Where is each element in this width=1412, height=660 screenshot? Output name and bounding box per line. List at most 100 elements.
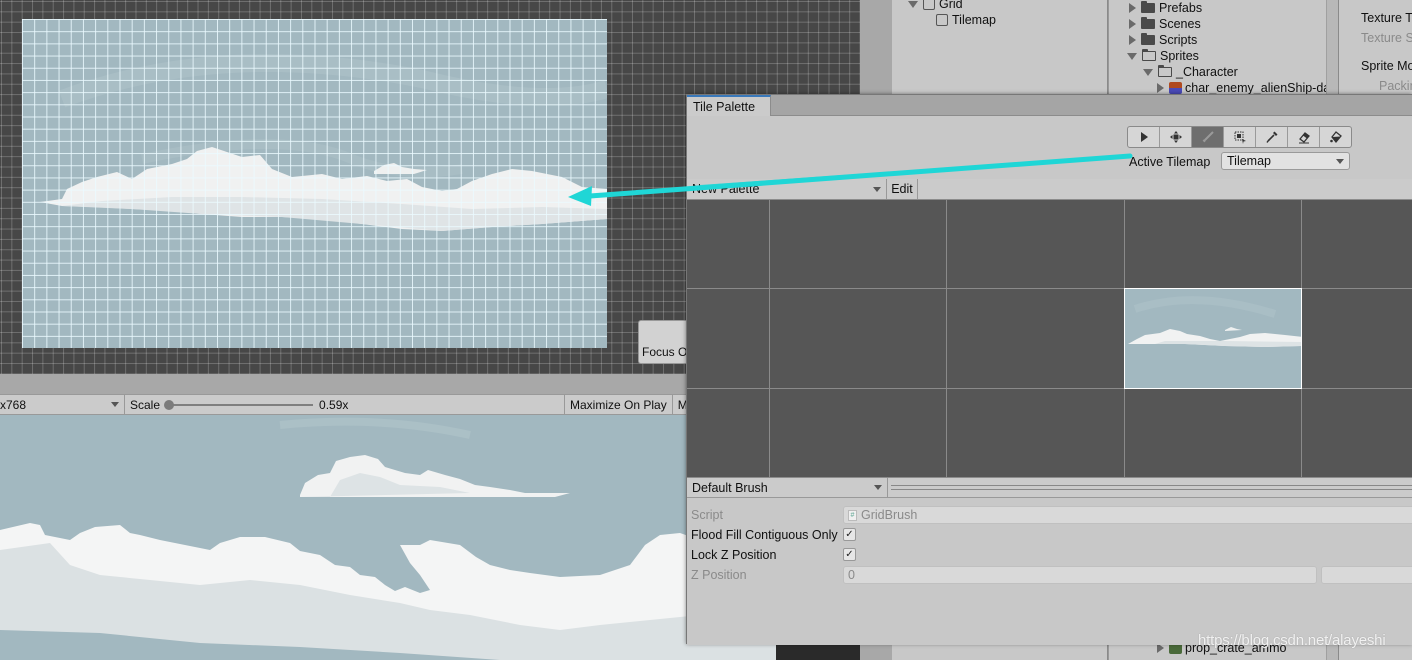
chevron-down-icon	[874, 485, 882, 490]
active-tilemap-value: Tilemap	[1227, 154, 1271, 168]
palette-tile-selected[interactable]	[1124, 288, 1302, 389]
palette-grid[interactable]	[687, 200, 1412, 477]
game-tab-strip	[0, 374, 776, 394]
brush-splitter-handle[interactable]	[891, 485, 1412, 490]
project-item-scripts[interactable]: Scripts	[1129, 32, 1197, 48]
lock-z-label: Lock Z Position	[691, 548, 777, 562]
move-icon	[1169, 131, 1182, 143]
project-item-prefabs[interactable]: Prefabs	[1129, 0, 1202, 16]
script-field: # GridBrush	[843, 506, 1412, 524]
project-item-label: Scripts	[1159, 33, 1198, 47]
eyedropper-icon	[1265, 131, 1277, 143]
tab-tile-palette[interactable]: Tile Palette	[687, 95, 771, 117]
brush-inspector: Script # GridBrush Flood Fill Contiguous…	[687, 499, 1412, 645]
grid-line	[687, 288, 1412, 289]
z-position-extra-field[interactable]	[1321, 566, 1412, 584]
watermark-text: https://blog.csdn.net/alayeshi	[1198, 632, 1386, 649]
sprite-icon	[1169, 82, 1182, 94]
palette-bar: New Palette Edit	[687, 179, 1412, 200]
paint-tool-button[interactable]	[1192, 127, 1224, 147]
scale-slider-track[interactable]	[164, 399, 314, 410]
scale-label: Scale	[130, 397, 161, 412]
hierarchy-item-tilemap[interactable]: Tilemap	[936, 12, 996, 28]
hierarchy-item-grid[interactable]: Grid	[908, 0, 963, 12]
active-tilemap-dropdown[interactable]: Tilemap	[1221, 152, 1350, 170]
brush-dropdown[interactable]: Default Brush	[687, 478, 888, 497]
brush-bar: Default Brush	[687, 477, 1412, 498]
resolution-dropdown[interactable]: x768	[0, 395, 125, 414]
project-item-label: char_enemy_alienShip-da	[1185, 81, 1331, 95]
collapse-arrow-icon[interactable]	[1143, 68, 1153, 76]
flood-fill-label: Flood Fill Contiguous Only	[691, 528, 838, 542]
sky-tile-thumbnail	[1128, 296, 1301, 347]
grid-line	[769, 200, 770, 477]
project-item-character[interactable]: _Character	[1143, 64, 1238, 80]
script-value: GridBrush	[861, 508, 918, 522]
scale-value: 0.59x	[319, 397, 349, 412]
z-position-label: Z Position	[691, 568, 747, 582]
tile-grid-overlay	[22, 19, 607, 348]
paint-bucket-icon	[1329, 131, 1342, 144]
select-tool-button[interactable]	[1128, 127, 1160, 147]
chevron-down-icon	[873, 186, 881, 192]
palette-edit-button[interactable]: Edit	[887, 179, 918, 199]
move-tool-button[interactable]	[1160, 127, 1192, 147]
box-fill-icon	[1234, 131, 1246, 144]
game-sky-image	[0, 417, 776, 660]
inspector-texture-shape-label: Texture S	[1361, 31, 1412, 45]
expand-arrow-icon[interactable]	[908, 0, 918, 8]
active-tilemap-label: Active Tilemap	[1129, 155, 1211, 169]
folder-open-icon	[1141, 48, 1156, 61]
folder-icon	[1141, 1, 1155, 13]
chevron-down-icon	[1336, 158, 1344, 164]
inspector-sprite-mode-label: Sprite Mo	[1361, 59, 1412, 73]
project-item-scenes[interactable]: Scenes	[1129, 16, 1201, 32]
project-item-label: Prefabs	[1159, 1, 1203, 15]
hierarchy-item-label: Tilemap	[952, 13, 996, 27]
project-item-label: Sprites	[1160, 49, 1199, 63]
maximize-on-play-label: Maximize On Play	[570, 397, 667, 412]
flood-fill-checkbox[interactable]: ✓	[843, 528, 856, 541]
tile-palette-toolbar: Active Tilemap Tilemap	[687, 116, 1412, 179]
box-fill-tool-button[interactable]	[1224, 127, 1256, 147]
lock-z-checkbox[interactable]: ✓	[843, 548, 856, 561]
folder-icon	[1141, 33, 1155, 45]
checkmark-icon: ✓	[845, 529, 854, 540]
tile-palette-tab-bar: Tile Palette	[687, 95, 1412, 117]
folder-icon	[1141, 17, 1155, 29]
scale-slider-thumb[interactable]	[164, 399, 175, 410]
z-position-field[interactable]: 0	[843, 566, 1317, 584]
chevron-down-icon	[111, 402, 119, 407]
maximize-on-play-toggle[interactable]: Maximize On Play	[565, 395, 673, 414]
palette-dropdown[interactable]: New Palette	[687, 179, 887, 199]
expand-arrow-icon[interactable]	[1157, 83, 1164, 93]
folder-open-icon	[1157, 64, 1172, 77]
tool-strip	[1127, 126, 1352, 148]
scale-slider-control[interactable]: Scale 0.59x	[125, 395, 565, 414]
project-item-label: _Character	[1176, 65, 1238, 79]
expand-arrow-icon[interactable]	[1129, 35, 1136, 45]
grid-line	[687, 388, 1412, 389]
brush-name: Default Brush	[692, 480, 768, 495]
collapse-arrow-icon[interactable]	[1127, 52, 1137, 60]
eraser-icon	[1298, 132, 1310, 144]
gameobject-cube-icon	[923, 0, 935, 10]
expand-arrow-icon[interactable]	[1129, 3, 1136, 13]
tile-palette-window: Tile Palette Active Tilemap Tilemap New …	[686, 94, 1412, 645]
paintbrush-icon	[1202, 131, 1214, 143]
flood-fill-tool-button[interactable]	[1320, 127, 1351, 147]
select-arrow-icon	[1140, 132, 1148, 142]
gameobject-cube-icon	[936, 14, 948, 26]
z-position-value: 0	[848, 568, 855, 582]
picker-tool-button[interactable]	[1256, 127, 1288, 147]
erase-tool-button[interactable]	[1288, 127, 1320, 147]
grid-line	[946, 200, 947, 477]
inspector-texture-type-label: Texture T	[1361, 11, 1412, 25]
game-view-toolbar: x768 Scale 0.59x Maximize On Play M	[0, 394, 776, 415]
scene-tilemap-sprite[interactable]	[22, 19, 607, 348]
game-view[interactable]	[0, 415, 776, 660]
script-label: Script	[691, 508, 723, 522]
hierarchy-item-label: Grid	[939, 0, 963, 11]
expand-arrow-icon[interactable]	[1129, 19, 1136, 29]
project-item-sprites[interactable]: Sprites	[1127, 48, 1199, 64]
